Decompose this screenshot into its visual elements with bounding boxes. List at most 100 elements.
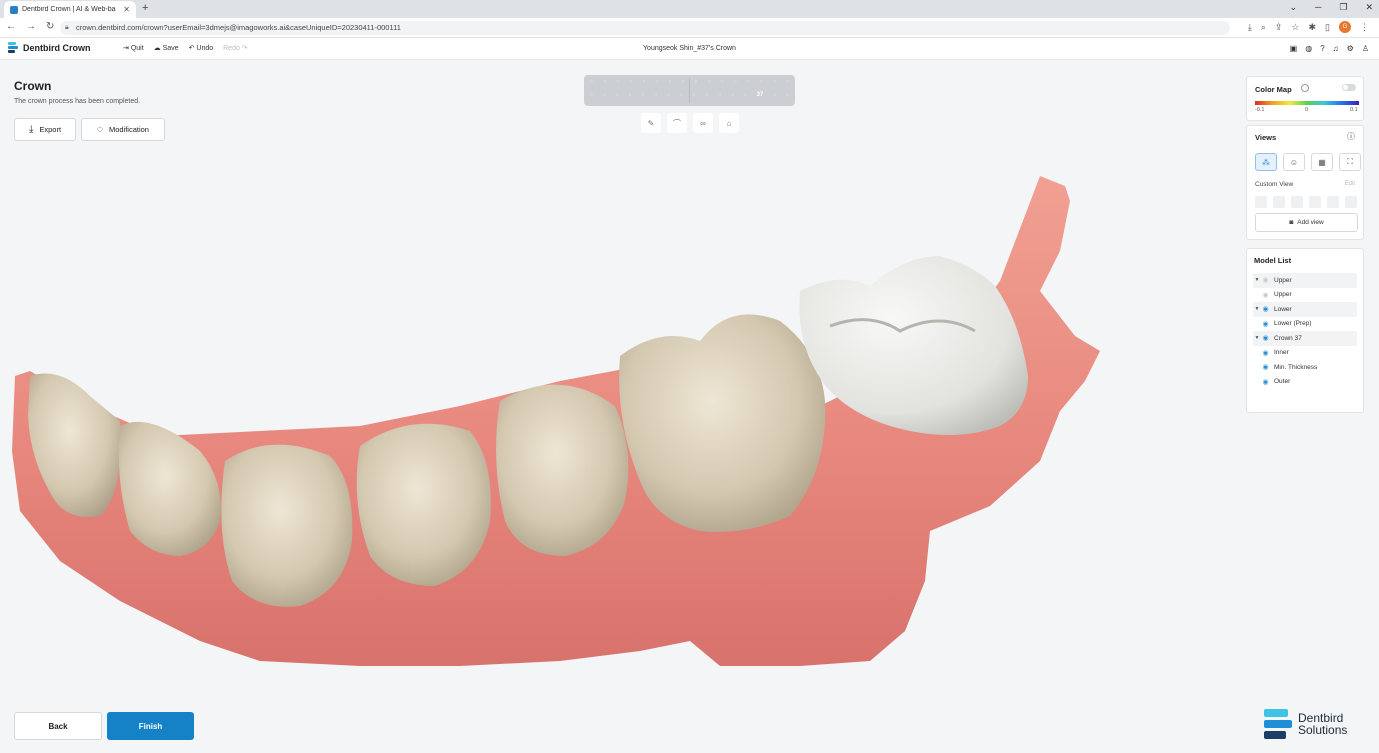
forward-arrow-icon[interactable]: → xyxy=(26,21,36,32)
view-slot[interactable] xyxy=(1309,196,1321,208)
view-slot[interactable] xyxy=(1273,196,1285,208)
image-icon[interactable]: ▣ xyxy=(1290,44,1298,53)
address-bar: ← → ↻ 🔒︎ crown.dentbird.com/crown?userEm… xyxy=(0,18,1379,38)
settings-gear-icon[interactable]: ⚙ xyxy=(1347,44,1354,53)
modification-label: Modification xyxy=(108,125,149,134)
link-tool-icon[interactable]: ∞ xyxy=(693,113,713,133)
lock-icon: 🔒︎ xyxy=(65,24,69,31)
new-tab-icon[interactable]: + xyxy=(142,2,148,14)
cut-tool-icon[interactable]: ⌂ xyxy=(719,113,739,133)
model-group-lower[interactable]: ▼ ◉ Lower xyxy=(1253,302,1357,317)
model-label: Inner xyxy=(1274,349,1289,357)
extensions-icon[interactable]: ✱ xyxy=(1309,22,1317,33)
profile-avatar[interactable]: G xyxy=(1339,21,1351,33)
model-label: Lower (Prep) xyxy=(1274,320,1312,328)
scale-mid: 0 xyxy=(1305,107,1309,113)
share-icon[interactable]: ⇪ xyxy=(1275,22,1283,33)
model-item-inner[interactable]: ◉ Inner xyxy=(1253,346,1357,361)
eye-icon[interactable]: ◉ xyxy=(1261,305,1270,313)
custom-view-label: Custom View xyxy=(1255,181,1294,188)
selected-tooth-number[interactable]: 37 xyxy=(757,92,764,102)
model-label: Lower xyxy=(1274,305,1292,313)
view-tools: ✎ ⌒ ∞ ⌂ xyxy=(641,113,739,133)
close-window-icon[interactable]: ✕ xyxy=(1365,2,1373,13)
app-header: Dentbird Crown ⇥ Quit ☁ Save ↶ Undo Redo… xyxy=(0,38,1379,60)
nav-buttons: ← → ↻ xyxy=(6,21,54,32)
scale-min: -0.1 xyxy=(1255,107,1265,113)
arch-tool-icon[interactable]: ⌒ xyxy=(667,113,687,133)
eye-hidden-icon[interactable]: ◉ xyxy=(1261,276,1270,284)
view-slot[interactable] xyxy=(1345,196,1357,208)
download-tray-icon: ⤓ xyxy=(28,124,34,135)
export-button[interactable]: ⤓ Export xyxy=(14,118,76,141)
upper-tooth-row: ○ ○ ○ ○ ○ ○ ○ ○ ○ ○ ○ ○ ○ ○ ○ ○ xyxy=(590,79,789,85)
bookmark-star-icon[interactable]: ☆ xyxy=(1291,22,1299,33)
back-arrow-icon[interactable]: ← xyxy=(6,21,16,32)
caret-down-icon[interactable]: ▼ xyxy=(1253,335,1261,341)
zoom-icon[interactable]: ⌕ xyxy=(1261,22,1266,33)
model-label: Crown 37 xyxy=(1274,334,1302,342)
browser-tab[interactable]: Dentbird Crown | AI & Web-ba ✕ xyxy=(4,1,136,18)
eye-icon[interactable]: ◉ xyxy=(1261,334,1270,342)
tooth-premolar-1 xyxy=(221,444,353,607)
caret-down-icon[interactable]: ▼ xyxy=(1253,306,1261,312)
tab-search-icon[interactable]: ⌄ xyxy=(1289,2,1297,13)
download-icon[interactable]: ⤓ xyxy=(1248,22,1252,33)
finish-button[interactable]: Finish xyxy=(107,712,194,740)
globe-icon[interactable]: ◍ xyxy=(1305,44,1312,53)
browser-menu-icon[interactable]: ⋮ xyxy=(1360,22,1369,33)
view-grid-icon[interactable]: ▦ xyxy=(1311,153,1333,171)
model-group-upper[interactable]: ▼ ◉ Upper xyxy=(1253,273,1357,288)
view-slot[interactable] xyxy=(1255,196,1267,208)
model-item-upper[interactable]: ◉ Upper xyxy=(1253,288,1357,303)
view-split-icon[interactable]: ⛶ xyxy=(1339,153,1361,171)
tooth-edit-icon: ◌ xyxy=(97,124,103,135)
view-single-icon[interactable]: ☺ xyxy=(1283,153,1305,171)
minimize-icon[interactable]: ─ xyxy=(1315,2,1321,13)
tab-close-icon[interactable]: ✕ xyxy=(123,5,130,14)
restore-icon[interactable]: ❐ xyxy=(1339,2,1347,13)
info-icon[interactable] xyxy=(1301,84,1309,92)
url-text: crown.dentbird.com/crown?userEmail=3dmej… xyxy=(76,23,401,32)
tooth-number-chart[interactable]: ○ ○ ○ ○ ○ ○ ○ ○ ○ ○ ○ ○ ○ ○ ○ ○ ○ ○ ○ ○ ○ ○ ○ ○ ○ ○ ○ ○ ○ 37 ○ ○ xyxy=(584,75,795,106)
tab-title: Dentbird Crown | AI & Web-ba xyxy=(22,6,116,13)
modification-button[interactable]: ◌ Modification xyxy=(81,118,165,141)
reload-icon[interactable]: ↻ xyxy=(46,21,54,32)
model-list-panel: Model List ▼ ◉ Upper ◉ Upper ▼ ◉ Lower ◉… xyxy=(1246,248,1364,413)
views-title: Views xyxy=(1255,133,1277,142)
view-all-icon[interactable]: ⁂ xyxy=(1255,153,1277,171)
model-item-outer[interactable]: ◉ Outer xyxy=(1253,375,1357,390)
patient-case-title: Youngseok Shin_#37's Crown xyxy=(643,45,736,52)
eye-hidden-icon[interactable]: ◉ xyxy=(1261,291,1270,299)
view-slot[interactable] xyxy=(1327,196,1339,208)
logo-text: Dentbird Solutions xyxy=(1298,712,1347,736)
url-field[interactable]: 🔒︎ crown.dentbird.com/crown?userEmail=3d… xyxy=(60,21,1230,35)
step-title: Crown xyxy=(14,79,52,93)
view-slot[interactable] xyxy=(1291,196,1303,208)
custom-view-edit[interactable]: Edit xyxy=(1345,181,1355,187)
model-label: Upper xyxy=(1274,276,1292,284)
caret-down-icon[interactable]: ▼ xyxy=(1253,277,1261,283)
dental-3d-viewport[interactable] xyxy=(0,161,1240,681)
user-icon[interactable]: ♙ xyxy=(1362,44,1369,53)
color-map-panel: Color Map -0.1 0 0.1 xyxy=(1246,76,1364,121)
model-label: Upper xyxy=(1274,291,1292,299)
model-group-crown-37[interactable]: ▼ ◉ Crown 37 xyxy=(1253,331,1357,346)
brush-tool-icon[interactable]: ✎ xyxy=(641,113,661,133)
views-help-icon[interactable]: ⓘ xyxy=(1347,131,1355,142)
eye-icon[interactable]: ◉ xyxy=(1261,363,1270,371)
model-item-min-thickness[interactable]: ◉ Min. Thickness xyxy=(1253,360,1357,375)
color-map-title: Color Map xyxy=(1255,85,1292,94)
add-view-button[interactable]: ◙ Add view xyxy=(1255,213,1358,232)
model-item-lower-prep[interactable]: ◉ Lower (Prep) xyxy=(1253,317,1357,332)
help-icon[interactable]: ? xyxy=(1320,44,1324,53)
eye-icon[interactable]: ◉ xyxy=(1261,349,1270,357)
sidepanel-icon[interactable]: ▯ xyxy=(1325,22,1330,33)
eye-icon[interactable]: ◉ xyxy=(1261,320,1270,328)
back-button[interactable]: Back xyxy=(14,712,102,740)
eye-icon[interactable]: ◉ xyxy=(1261,378,1270,386)
dentbird-solutions-logo: Dentbird Solutions xyxy=(1264,709,1347,739)
color-map-toggle[interactable] xyxy=(1342,84,1356,91)
tooth-premolar-2 xyxy=(356,423,491,586)
notification-bell-icon[interactable]: ♫ xyxy=(1333,44,1339,53)
